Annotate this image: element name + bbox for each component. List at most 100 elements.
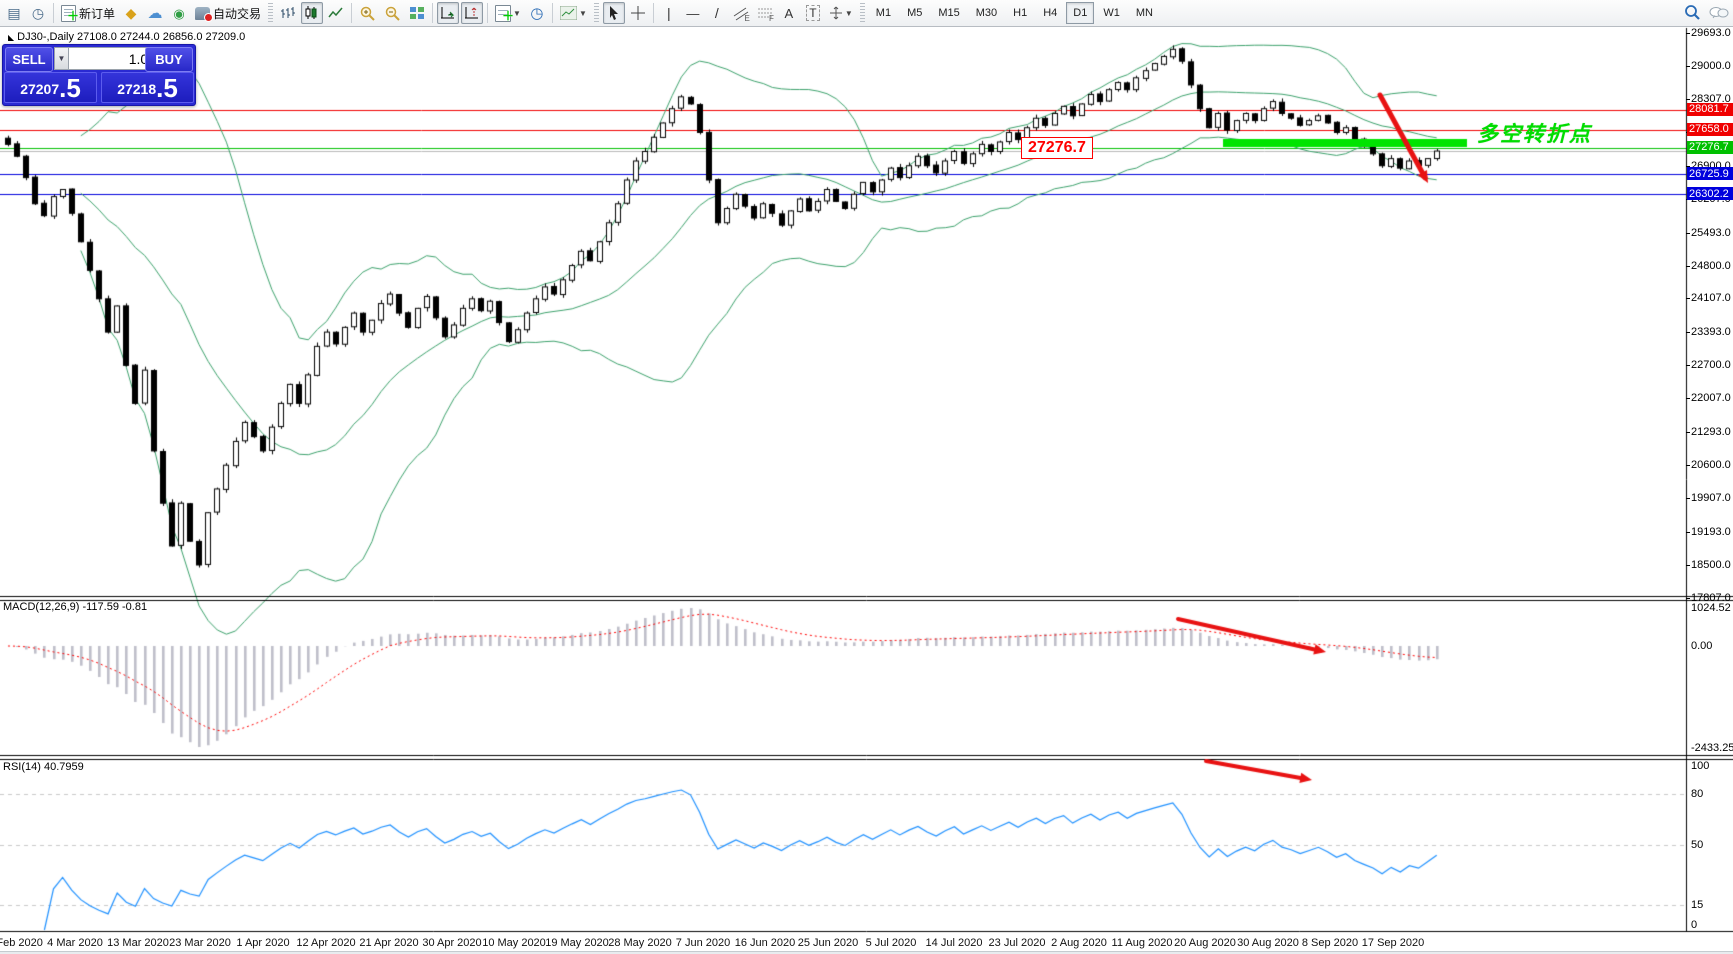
chart-shift-button[interactable] — [461, 2, 483, 24]
price-level-tag: 27276.7 — [1687, 141, 1733, 154]
arrows-icon — [829, 6, 843, 20]
text-tool[interactable]: A — [778, 2, 800, 24]
arrows-tool[interactable]: ▼ — [826, 2, 856, 24]
axis-tick — [1686, 465, 1690, 466]
indicators-button[interactable]: ＋ ▼ — [492, 2, 524, 24]
axis-tick — [1686, 33, 1690, 34]
autotrade-label: 自动交易 — [213, 5, 261, 22]
date-tick-label: 30 Aug 2020 — [1237, 937, 1299, 949]
auto-scroll-button[interactable] — [437, 2, 459, 24]
axis-tick — [1686, 498, 1690, 499]
axis-tick-label: 80 — [1691, 788, 1703, 800]
new-order-label: 新订单 — [79, 5, 115, 22]
cursor-tool-button[interactable] — [603, 2, 625, 24]
autotrade-button[interactable]: 自动交易 — [192, 2, 264, 24]
text-label-tool[interactable]: T — [802, 2, 824, 24]
axis-tick-label: 24800.0 — [1691, 260, 1731, 272]
strategy-tester-icon[interactable]: ◷ — [27, 2, 49, 24]
annotation-text-cn[interactable]: 多空转折点 — [1477, 118, 1592, 148]
date-tick-label: 8 Sep 2020 — [1302, 937, 1358, 949]
horizontal-line-tool[interactable]: — — [682, 2, 704, 24]
line-chart-type-button[interactable] — [325, 2, 347, 24]
timeframe-m30[interactable]: M30 — [969, 2, 1004, 24]
mt4-terminal: { "toolbar": { "new_order_label": "新订单",… — [0, 0, 1733, 954]
price-level-tag: 28081.7 — [1687, 103, 1733, 116]
toolbar-separator — [432, 3, 433, 23]
price-callout-box[interactable]: 27276.7 — [1021, 137, 1093, 159]
axis-tick — [1686, 298, 1690, 299]
date-tick-label: 28 May 2020 — [608, 937, 672, 949]
price-chart-canvas[interactable] — [0, 0, 1733, 954]
toolbar-grip[interactable] — [268, 3, 273, 23]
toolbar-grip[interactable] — [594, 3, 599, 23]
timeframe-m15[interactable]: M15 — [931, 2, 966, 24]
toolbar-grip[interactable] — [860, 3, 865, 23]
equidistant-channel-tool[interactable]: E — [730, 2, 752, 24]
timeframe-d1[interactable]: D1 — [1066, 2, 1094, 24]
buy-price[interactable]: 27218.5 — [101, 72, 194, 103]
tile-windows-button[interactable] — [406, 2, 428, 24]
date-tick-label: 5 Jul 2020 — [866, 937, 917, 949]
axis-tick-label: 1024.52 — [1691, 602, 1731, 614]
crosshair-tool-button[interactable] — [627, 2, 649, 24]
toolbar-separator — [487, 3, 488, 23]
chevron-down-icon: ▼ — [579, 9, 587, 18]
zoom-out-button[interactable] — [381, 2, 404, 24]
axis-tick — [1686, 332, 1690, 333]
axis-tick-label: 15 — [1691, 899, 1703, 911]
timeframe-m5[interactable]: M5 — [900, 2, 929, 24]
zoom-out-icon — [384, 5, 401, 22]
tile-windows-icon — [409, 5, 425, 21]
axis-tick-label: 29000.0 — [1691, 60, 1731, 72]
timeframe-mn[interactable]: MN — [1129, 2, 1160, 24]
search-button[interactable] — [1680, 2, 1704, 24]
periods-button[interactable]: ◷ — [526, 2, 548, 24]
timeframe-m1[interactable]: M1 — [869, 2, 898, 24]
date-tick-label: 30 Apr 2020 — [422, 937, 481, 949]
bar-chart-type-button[interactable] — [277, 2, 299, 24]
mql-editor-icon[interactable]: ◆ — [120, 2, 142, 24]
axis-tick-label: 23393.0 — [1691, 326, 1731, 338]
axis-tick-label: 19193.0 — [1691, 526, 1731, 538]
toolbar-separator — [351, 3, 352, 23]
fibonacci-tool[interactable]: F — [754, 2, 776, 24]
axis-tick-label: 21293.0 — [1691, 426, 1731, 438]
date-tick-label: 14 Jul 2020 — [926, 937, 983, 949]
axis-tick — [1686, 432, 1690, 433]
date-tick-label: 1 Apr 2020 — [236, 937, 289, 949]
axis-tick-label: 24107.0 — [1691, 292, 1731, 304]
timeframe-w1[interactable]: W1 — [1096, 2, 1127, 24]
chevron-down-icon: ▼ — [845, 9, 853, 18]
date-tick-label: 13 Mar 2020 — [107, 937, 169, 949]
chevron-down-icon: ▼ — [513, 9, 521, 18]
toolbar-separator — [653, 3, 654, 23]
date-tick-label: 21 Apr 2020 — [359, 937, 418, 949]
templates-button[interactable]: ▼ — [557, 2, 590, 24]
chat-bubbles-icon — [1709, 5, 1729, 21]
vertical-line-tool[interactable]: | — [658, 2, 680, 24]
timeframe-h4[interactable]: H4 — [1036, 2, 1064, 24]
chart-title: ◣DJ30-,Daily 27108.0 27244.0 26856.0 272… — [8, 31, 245, 43]
signals-icon[interactable]: ◉ — [168, 2, 190, 24]
terminal-window-icon[interactable]: ▤ — [3, 2, 25, 24]
volume-decrease-button[interactable]: ▼ — [54, 47, 69, 70]
axis-tick — [1686, 598, 1690, 599]
sell-button[interactable]: SELL — [5, 47, 53, 72]
timeframe-h1[interactable]: H1 — [1006, 2, 1034, 24]
toolbar-separator — [552, 3, 553, 23]
date-tick-label: 23 Jul 2020 — [989, 937, 1046, 949]
line-chart-icon — [328, 5, 344, 21]
axis-tick-label: 0.00 — [1691, 640, 1712, 652]
new-order-button[interactable]: ＋ 新订单 — [58, 2, 118, 24]
symbol-arrow-icon: ◣ — [8, 33, 14, 42]
axis-tick — [1686, 99, 1690, 100]
mql5-community-icon[interactable]: ☁ — [144, 2, 166, 24]
sell-price[interactable]: 27207.5 — [4, 72, 97, 103]
chat-button[interactable] — [1706, 2, 1732, 24]
axis-tick — [1686, 365, 1690, 366]
zoom-in-button[interactable] — [356, 2, 379, 24]
axis-tick-label: 19907.0 — [1691, 492, 1731, 504]
candlestick-chart-type-button[interactable] — [301, 2, 323, 24]
buy-button[interactable]: BUY — [145, 47, 193, 72]
trendline-tool[interactable]: / — [706, 2, 728, 24]
